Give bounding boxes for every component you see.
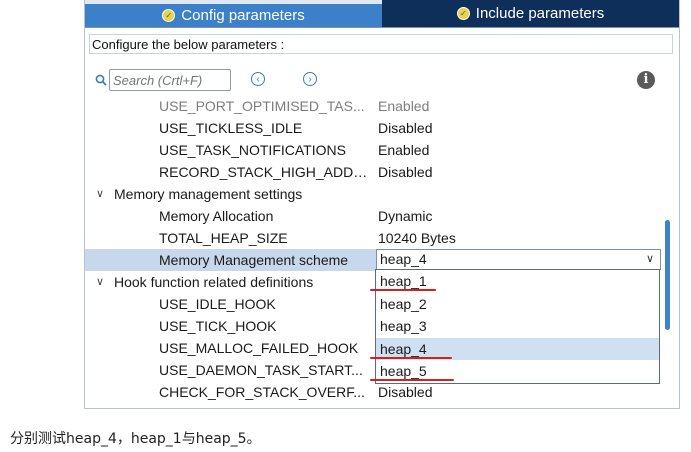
annotation-underline (370, 289, 436, 291)
param-value: Enabled (378, 142, 430, 158)
param-value: 10240 Bytes (378, 230, 456, 246)
tab-label: Config parameters (181, 7, 305, 24)
param-name: USE_MALLOC_FAILED_HOOK (159, 340, 359, 356)
group-memory-management[interactable]: ∨ Memory management settings (85, 183, 660, 205)
param-name: RECORD_STACK_HIGH_ADDR... (159, 164, 373, 180)
param-row-memory-scheme[interactable]: Memory Management scheme heap_4 ∨ (85, 249, 661, 271)
check-icon: ✓ (456, 7, 470, 20)
group-label: Hook function related definitions (114, 274, 314, 290)
param-name: Memory Management scheme (159, 252, 349, 268)
param-value: Disabled (378, 120, 433, 136)
param-row[interactable]: USE_PORT_OPTIMISED_TAS... Enabled (85, 95, 660, 117)
option-label: heap_1 (380, 273, 427, 289)
param-row[interactable]: USE_TASK_NOTIFICATIONS Enabled (85, 139, 660, 161)
tab-label: Include parameters (475, 5, 605, 22)
info-icon[interactable]: i (637, 71, 655, 89)
search-icon (95, 74, 107, 86)
annotation-underline (370, 356, 452, 359)
memory-scheme-dropdown[interactable]: heap_1 heap_2 heap_3 heap_4 heap_5 (370, 269, 660, 384)
option-label: heap_2 (380, 295, 427, 312)
chevron-down-icon[interactable]: ∨ (646, 250, 654, 269)
group-label: Memory management settings (114, 186, 303, 202)
chevron-down-icon[interactable]: ∨ (96, 271, 104, 293)
param-name: CHECK_FOR_STACK_OVERF... (159, 384, 365, 400)
memory-scheme-combo[interactable]: heap_4 ∨ (376, 249, 661, 270)
option-label: heap_5 (380, 363, 427, 380)
tab-bar: ✓ Config parameters ✓ Include parameters (85, 0, 679, 28)
param-value: Disabled (378, 164, 433, 180)
dropdown-option-heap-2[interactable]: heap_2 (376, 293, 659, 316)
check-icon: ✓ (162, 9, 176, 22)
toolbar: ‹ › i (85, 67, 679, 95)
param-name: USE_PORT_OPTIMISED_TAS... (159, 98, 365, 114)
param-row[interactable]: USE_TICKLESS_IDLE Disabled (85, 117, 660, 139)
combo-value: heap_4 (380, 251, 427, 267)
param-row[interactable]: TOTAL_HEAP_SIZE 10240 Bytes (85, 227, 660, 249)
next-result-button[interactable]: › (303, 72, 317, 86)
param-name: Memory Allocation (159, 208, 274, 224)
configure-label: Configure the below parameters : (89, 34, 673, 54)
param-name: USE_DAEMON_TASK_START... (159, 362, 363, 378)
param-row[interactable]: CHECK_FOR_STACK_OVERF... Disabled (85, 381, 660, 403)
param-value: Enabled (378, 98, 430, 114)
param-name: TOTAL_HEAP_SIZE (159, 230, 288, 246)
param-value: Disabled (378, 384, 433, 400)
caption-text: 分别测试heap_4，heap_1与heap_5。 (10, 431, 261, 447)
scrollbar-thumb[interactable] (665, 220, 670, 330)
param-name: USE_TICK_HOOK (159, 318, 277, 334)
annotation-underline (370, 379, 454, 382)
scrollbar[interactable] (663, 95, 671, 407)
dropdown-option-heap-3[interactable]: heap_3 (376, 315, 659, 338)
tab-config-parameters[interactable]: ✓ Config parameters (85, 0, 382, 27)
tab-include-parameters[interactable]: ✓ Include parameters (382, 0, 679, 27)
option-label: heap_4 (380, 340, 427, 357)
dropdown-option-heap-1[interactable]: heap_1 (370, 270, 659, 293)
prev-result-button[interactable]: ‹ (251, 72, 265, 86)
option-label: heap_3 (380, 318, 427, 335)
dropdown-option-heap-4[interactable]: heap_4 (370, 337, 659, 361)
chevron-down-icon[interactable]: ∨ (96, 183, 104, 205)
param-row[interactable]: RECORD_STACK_HIGH_ADDR... Disabled (85, 161, 660, 183)
param-name: USE_TICKLESS_IDLE (159, 120, 303, 136)
dropdown-option-heap-5[interactable]: heap_5 (370, 360, 659, 383)
param-row[interactable]: Memory Allocation Dynamic (85, 205, 660, 227)
search-input[interactable] (109, 69, 231, 91)
param-name: USE_TASK_NOTIFICATIONS (159, 142, 346, 158)
param-name: USE_IDLE_HOOK (159, 296, 276, 312)
param-value: Dynamic (378, 208, 433, 224)
